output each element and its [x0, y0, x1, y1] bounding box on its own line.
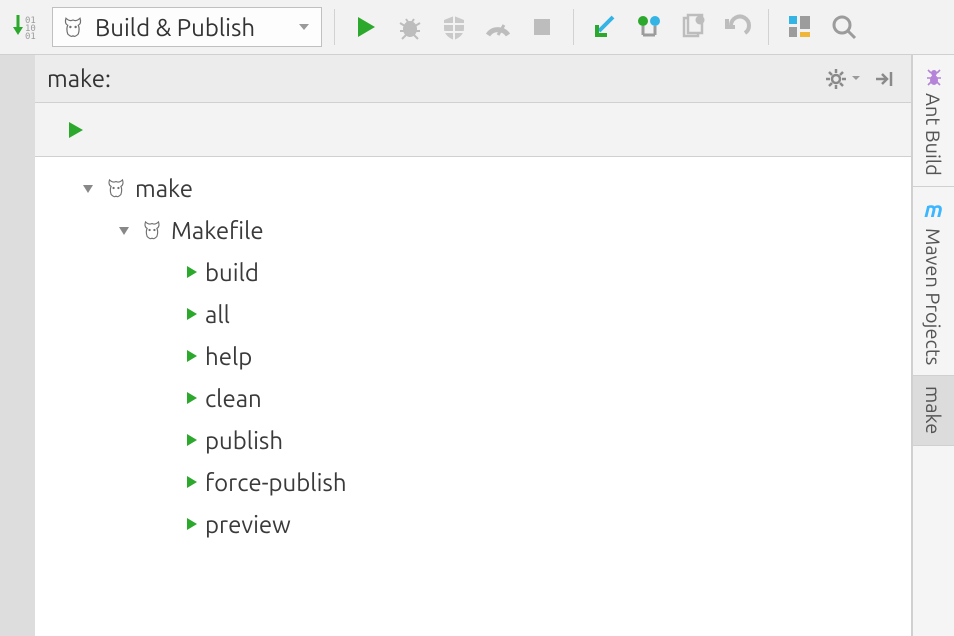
tree-node-label: force-publish: [205, 469, 347, 496]
svg-text:01: 01: [25, 32, 36, 41]
run-target-button[interactable]: [57, 111, 95, 149]
left-gutter: [0, 55, 35, 636]
chevron-down-icon: [297, 20, 311, 34]
hide-panel-button[interactable]: [865, 60, 903, 98]
search-icon: [830, 13, 858, 41]
tree-node-target[interactable]: clean: [35, 377, 911, 419]
targets-tree[interactable]: make Makefile build all help clean publish fo…: [35, 157, 911, 636]
ant-icon: [923, 65, 945, 87]
tree-node-label: preview: [205, 511, 291, 538]
undo-button: [718, 8, 756, 46]
play-icon: [66, 120, 86, 140]
sidebar-tab-label: Ant Build: [922, 93, 945, 176]
sidebar-tab-make[interactable]: make: [913, 376, 954, 445]
search-everywhere-button[interactable]: [825, 8, 863, 46]
sidebar-tab-label: Maven Projects: [922, 228, 945, 365]
play-icon: [185, 517, 199, 531]
play-icon: [185, 433, 199, 447]
play-icon: [353, 14, 379, 40]
tree-node-makefile[interactable]: Makefile: [35, 209, 911, 251]
tree-node-label: Makefile: [171, 217, 264, 244]
separator: [768, 9, 769, 45]
right-tool-window-tabs: Ant Build m Maven Projects make: [912, 55, 954, 636]
tree-node-label: clean: [205, 385, 262, 412]
gauge-icon: [484, 13, 512, 41]
separator: [334, 9, 335, 45]
panel-sub-toolbar: [35, 103, 911, 157]
panel-title: make:: [47, 65, 111, 92]
sidebar-tab-label: make: [922, 386, 945, 434]
run-configuration-selector[interactable]: Build & Publish: [52, 7, 322, 47]
expander-open-icon[interactable]: [117, 223, 133, 237]
tree-node-label: publish: [205, 427, 283, 454]
undo-icon: [723, 13, 751, 41]
play-icon: [185, 391, 199, 405]
run-configuration-label: Build & Publish: [95, 14, 255, 41]
play-icon: [185, 349, 199, 363]
vcs-commit-button[interactable]: [630, 8, 668, 46]
vcs-update-button[interactable]: [586, 8, 624, 46]
tree-node-label: all: [205, 301, 230, 328]
bug-icon: [396, 13, 424, 41]
tree-node-target[interactable]: all: [35, 293, 911, 335]
download-binary-button[interactable]: 01 10 01: [8, 8, 46, 46]
tree-node-target[interactable]: preview: [35, 503, 911, 545]
panel-header: make:: [35, 55, 911, 103]
vcs-history-button: [674, 8, 712, 46]
profile-button: [479, 8, 517, 46]
sidebar-tab-ant[interactable]: Ant Build: [913, 55, 954, 187]
history-icon: [679, 13, 707, 41]
stop-button: [523, 8, 561, 46]
vcs-update-icon: [591, 13, 619, 41]
play-icon: [185, 307, 199, 321]
main-toolbar: 01 10 01 Build & Publish: [0, 0, 954, 55]
gnu-icon: [103, 175, 129, 201]
debug-button: [391, 8, 429, 46]
chevron-down-icon: [851, 73, 861, 83]
tree-node-target[interactable]: force-publish: [35, 461, 911, 503]
panel-settings-button[interactable]: [817, 60, 855, 98]
tree-node-root[interactable]: make: [35, 167, 911, 209]
stop-icon: [531, 16, 553, 38]
expander-open-icon[interactable]: [81, 181, 97, 195]
tree-node-label: build: [205, 259, 259, 286]
coverage-button: [435, 8, 473, 46]
maven-icon: m: [924, 197, 943, 222]
tree-node-label: make: [135, 175, 193, 202]
run-button[interactable]: [347, 8, 385, 46]
gnu-icon: [59, 13, 87, 41]
shield-grid-icon: [440, 13, 468, 41]
play-icon: [185, 475, 199, 489]
hide-icon: [872, 67, 896, 91]
download-binary-icon: 01 10 01: [9, 13, 45, 41]
tree-node-label: help: [205, 343, 252, 370]
structure-icon: [786, 13, 814, 41]
play-icon: [185, 265, 199, 279]
tree-node-target[interactable]: help: [35, 335, 911, 377]
make-tool-window: make:: [35, 55, 912, 636]
project-structure-button[interactable]: [781, 8, 819, 46]
gnu-icon: [139, 217, 165, 243]
gear-icon: [824, 67, 848, 91]
separator: [573, 9, 574, 45]
tree-node-target[interactable]: build: [35, 251, 911, 293]
vcs-commit-icon: [635, 13, 663, 41]
sidebar-tab-maven[interactable]: m Maven Projects: [913, 187, 954, 376]
tree-node-target[interactable]: publish: [35, 419, 911, 461]
